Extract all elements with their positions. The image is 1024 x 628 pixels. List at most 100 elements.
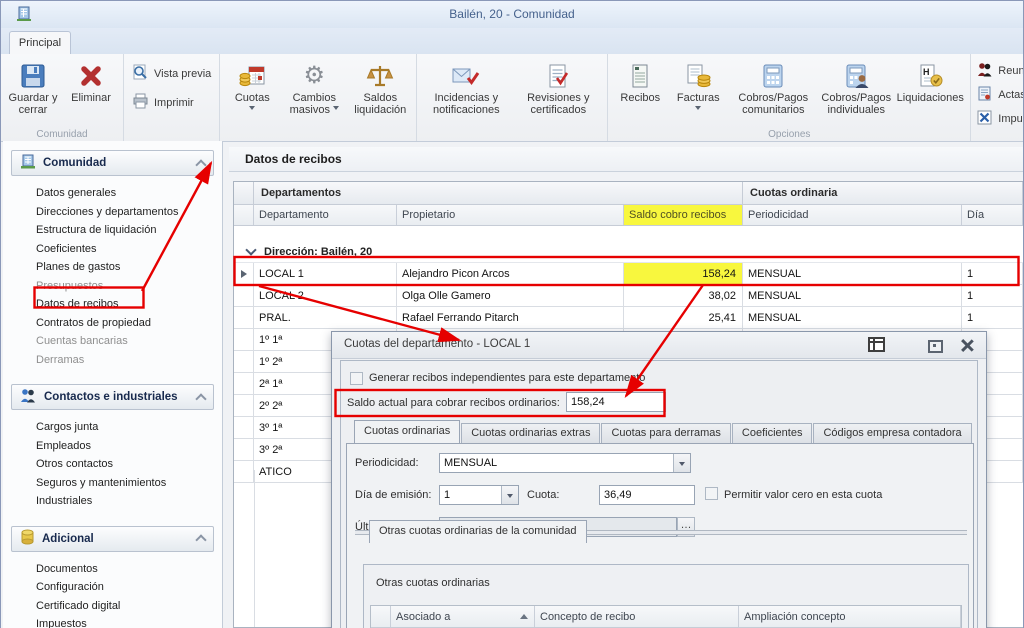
cell[interactable]: MENSUAL — [743, 263, 962, 284]
sidebar-group-header-2[interactable]: Adicional — [11, 526, 214, 552]
generar-recibos-checkbox[interactable] — [350, 372, 363, 385]
sidebar-group-header-1[interactable]: Contactos e industriales — [11, 384, 214, 410]
sidebar-item[interactable]: Estructura de liquidación — [36, 221, 222, 240]
facturas-button[interactable]: Facturas — [669, 57, 727, 115]
cell[interactable]: PRAL. — [254, 307, 397, 328]
cell[interactable]: 158,24 — [624, 263, 743, 284]
incidencias-label: Incidencias y notificaciones — [421, 92, 511, 116]
sidebar-item[interactable]: Datos de recibos — [36, 295, 222, 314]
band-header: Cuotas ordinaria — [743, 182, 1023, 204]
tab-principal[interactable]: Principal — [9, 31, 71, 55]
row-header-cell — [234, 373, 254, 394]
dia-emision-combo[interactable]: 1 — [439, 485, 519, 505]
revisiones-label: Revisiones y certificados — [513, 92, 603, 116]
liquidaciones-button[interactable]: H Liquidaciones — [893, 57, 967, 106]
sidebar-item[interactable]: Documentos — [36, 560, 222, 579]
sidebar-item[interactable]: Cargos junta — [36, 418, 222, 437]
save-icon — [19, 59, 47, 92]
dialog-tab-1[interactable]: Cuotas ordinarias extras — [461, 423, 600, 443]
periodicidad-combo[interactable]: MENSUAL — [439, 453, 691, 473]
table-row[interactable]: LOCAL 1Alejandro Picon Arcos158,24MENSUA… — [234, 263, 1023, 285]
sidebar-group-title: Adicional — [42, 533, 94, 545]
saldos-liquidacion-button[interactable]: Saldos liquidación — [347, 57, 413, 118]
dialog-title-bar[interactable]: Cuotas del departamento - LOCAL 1 — [332, 332, 986, 359]
sidebar-item[interactable]: Derramas — [36, 351, 222, 370]
sidebar-item[interactable]: Seguros y mantenimientos — [36, 474, 222, 493]
sidebar-item[interactable]: Planes de gastos — [36, 258, 222, 277]
cobros-comunitarios-button[interactable]: Cobros/Pagos comunitarios — [727, 57, 819, 118]
layout-icon[interactable] — [868, 337, 885, 352]
sidebar-group-header-0[interactable]: Comunidad — [11, 150, 214, 176]
sidebar-item[interactable]: Certificado digital — [36, 597, 222, 616]
actas-label: Actas — [998, 89, 1023, 101]
cell[interactable]: LOCAL 1 — [254, 263, 397, 284]
dialog-tab-2[interactable]: Cuotas para derramas — [601, 423, 730, 443]
dialog-tab-3[interactable]: Coeficientes — [732, 423, 813, 443]
save-close-button[interactable]: Guardar y cerrar — [4, 57, 62, 118]
sidebar-item[interactable]: Otros contactos — [36, 455, 222, 474]
table-row[interactable]: LOCAL 2Olga Olle Gamero38,02MENSUAL1 — [234, 285, 1023, 307]
preview-button[interactable]: Vista previa — [132, 64, 211, 84]
sidebar-item[interactable]: Direcciones y departamentos — [36, 203, 222, 222]
column-header[interactable]: Periodicidad — [743, 205, 962, 225]
sidebar-item[interactable]: Datos generales — [36, 184, 222, 203]
sidebar-item[interactable]: Empleados — [36, 437, 222, 456]
table-row[interactable]: PRAL.Rafael Ferrando Pitarch25,41MENSUAL… — [234, 307, 1023, 329]
row-marker-icon — [241, 270, 247, 278]
periodicidad-label: Periodicidad: — [355, 457, 419, 469]
cuota-input[interactable]: 36,49 — [599, 485, 695, 505]
incidencias-button[interactable]: Incidencias y notificaciones — [420, 57, 512, 118]
inner-column-header[interactable]: Concepto de recibo — [535, 606, 739, 627]
cell[interactable]: Olga Olle Gamero — [397, 285, 624, 306]
restore-icon[interactable] — [928, 340, 943, 353]
group-row[interactable]: Dirección: Bailén, 20 — [234, 241, 1023, 263]
cambios-masivos-button[interactable]: ⚙ Cambios masivos — [281, 57, 347, 118]
revisiones-button[interactable]: Revisiones y certificados — [512, 57, 604, 118]
sidebar-item[interactable]: Presupuestos — [36, 277, 222, 296]
periodicidad-dropdown-icon[interactable] — [673, 454, 690, 472]
delete-button[interactable]: Eliminar — [62, 57, 120, 106]
actas-button[interactable]: Actas — [977, 86, 1023, 104]
impuestos-button[interactable]: Impuestos — [977, 110, 1023, 128]
cell[interactable]: 1 — [962, 285, 1023, 306]
cell[interactable]: MENSUAL — [743, 307, 962, 328]
close-icon[interactable] — [960, 338, 974, 352]
sidebar-item[interactable]: Industriales — [36, 492, 222, 511]
cobros-individuales-button[interactable]: Cobros/Pagos individuales — [819, 57, 893, 118]
cuotas-button[interactable]: Cuotas — [223, 57, 281, 115]
sidebar-item[interactable]: Cuentas bancarias — [36, 332, 222, 351]
sidebar-item[interactable]: Impuestos — [36, 615, 222, 628]
column-header[interactable]: Departamento — [254, 205, 397, 225]
sidebar-item[interactable]: Contratos de propiedad — [36, 314, 222, 333]
permitir-cero-checkbox[interactable] — [705, 487, 718, 500]
dialog-tab-0[interactable]: Cuotas ordinarias — [354, 420, 460, 443]
dia-dropdown-icon[interactable] — [501, 486, 518, 504]
inner-column-header[interactable]: Asociado a — [391, 606, 535, 627]
inner-column-header[interactable]: Ampliación concepto — [739, 606, 961, 627]
sidebar-group-items: Cargos juntaEmpleadosOtros contactosSegu… — [3, 410, 222, 517]
recibos-button[interactable]: Recibos — [611, 57, 669, 106]
ribbon-tab-row: Principal — [1, 28, 1023, 54]
ribbon-group-comunidad: Guardar y cerrar Eliminar Comunidad — [1, 54, 124, 141]
cell[interactable]: 25,41 — [624, 307, 743, 328]
cell[interactable]: MENSUAL — [743, 285, 962, 306]
column-header[interactable]: Día — [962, 205, 1023, 225]
sidebar-item[interactable]: Configuración — [36, 578, 222, 597]
cuotas-label: Cuotas — [235, 92, 270, 104]
envelope-check-icon — [451, 59, 481, 92]
tab-otras-cuotas[interactable]: Otras cuotas ordinarias de la comunidad — [369, 520, 587, 543]
reuniones-button[interactable]: Reuniones — [977, 62, 1023, 80]
cell[interactable]: 1 — [962, 307, 1023, 328]
column-header[interactable]: Saldo cobro recibos — [624, 205, 743, 225]
dialog-tab-4[interactable]: Códigos empresa contadora — [813, 423, 971, 443]
invoice-coins-icon — [684, 59, 712, 92]
cell[interactable]: 1 — [962, 263, 1023, 284]
cell[interactable]: LOCAL 2 — [254, 285, 397, 306]
column-header[interactable]: Propietario — [397, 205, 624, 225]
cell[interactable]: Alejandro Picon Arcos — [397, 263, 624, 284]
cell[interactable]: Rafael Ferrando Pitarch — [397, 307, 624, 328]
saldo-actual-input[interactable]: 158,24 — [566, 392, 666, 412]
print-button[interactable]: Imprimir — [132, 93, 211, 113]
sidebar-item[interactable]: Coeficientes — [36, 240, 222, 259]
cell[interactable]: 38,02 — [624, 285, 743, 306]
